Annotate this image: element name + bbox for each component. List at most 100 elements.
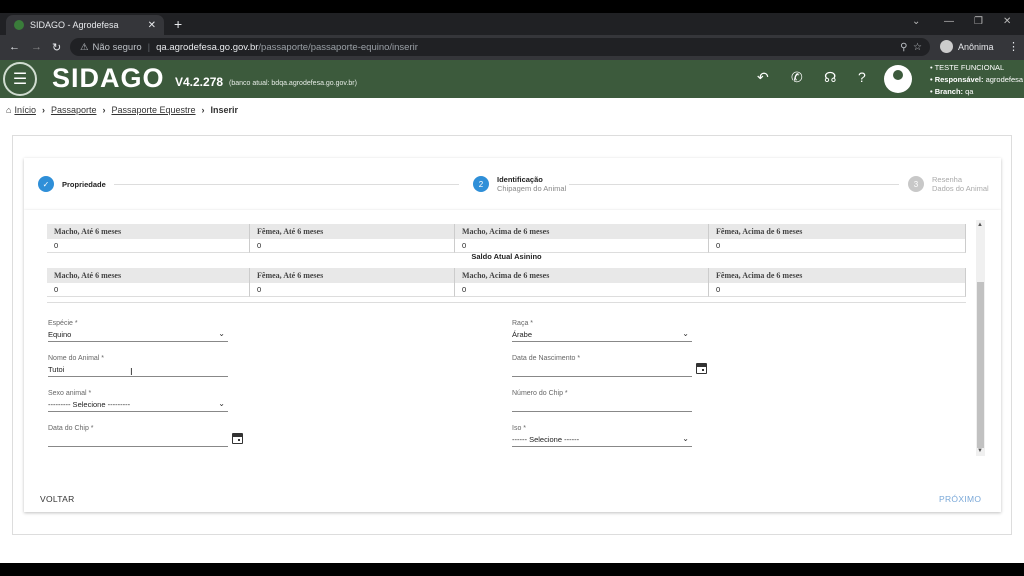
table-header: Macho, Até 6 meses	[47, 224, 250, 239]
sexo-animal-value[interactable]: --------- Selecione --------- ⌄	[48, 399, 228, 412]
back-button[interactable]: VOLTAR	[40, 494, 75, 504]
data-chip-field[interactable]: Data do Chip *	[48, 425, 228, 447]
breadcrumb-separator: ›	[201, 105, 205, 115]
raca-select[interactable]: Raça * Árabe ⌄	[512, 320, 692, 342]
breadcrumb-separator: ›	[102, 105, 106, 115]
warning-icon: ⚠	[80, 41, 89, 53]
menu-icon[interactable]: ☰	[3, 62, 37, 96]
maximize-icon[interactable]: ❐	[974, 16, 983, 27]
breadcrumb-inicio[interactable]: Início	[14, 105, 36, 115]
step-connector	[114, 184, 459, 185]
minimize-icon[interactable]: —	[944, 16, 954, 27]
nome-animal-field[interactable]: Nome do Animal * Tutoi	[48, 355, 228, 377]
iso-value[interactable]: ------ Selecione ------ ⌄	[512, 434, 692, 447]
favicon-icon	[14, 20, 24, 30]
database-info: (banco atual: bdqa.agrodefesa.go.gov.br)	[229, 80, 357, 87]
scroll-up-icon[interactable]: ▲	[977, 222, 983, 228]
step-number: 3	[908, 176, 924, 192]
saldo-table-asinino: Macho, Até 6 meses Fêmea, Até 6 meses Ma…	[47, 268, 966, 297]
table-cell: 0	[47, 283, 250, 297]
chevron-down-icon: ⌄	[682, 434, 689, 443]
table-header: Macho, Acima de 6 meses	[455, 268, 709, 283]
forward-icon[interactable]: →	[31, 41, 42, 53]
step-propriedade[interactable]: ✓ Propriedade	[38, 176, 106, 192]
undo-icon[interactable]: ↶	[757, 69, 769, 86]
user-info: • TESTE FUNCIONAL • Responsável: agrodef…	[930, 62, 1023, 98]
divider	[47, 302, 966, 303]
table-cell: 0	[250, 283, 455, 297]
chevron-down-icon: ⌄	[218, 399, 225, 408]
sexo-animal-select[interactable]: Sexo animal * --------- Selecione ------…	[48, 390, 228, 412]
especie-select[interactable]: Espécie * Equino ⌄	[48, 320, 228, 342]
security-label: Não seguro	[92, 41, 142, 53]
especie-selected: Equino	[48, 330, 72, 339]
step-label: Resenha	[932, 175, 963, 184]
breadcrumb-passaporte[interactable]: Passaporte	[51, 105, 97, 115]
browser-menu-icon[interactable]: ⋮	[1008, 40, 1019, 53]
url-input[interactable]: ⚠ Não seguro | qa.agrodefesa.go.gov.br /…	[70, 38, 930, 56]
user-name: • TESTE FUNCIONAL	[930, 63, 1005, 72]
data-chip-input[interactable]	[48, 435, 228, 447]
close-tab-icon[interactable]: ✕	[148, 20, 156, 31]
breadcrumb: ⌂ Início › Passaporte › Passaporte Eques…	[6, 105, 238, 115]
table-cell: 0	[709, 239, 966, 253]
numero-chip-field[interactable]: Número do Chip *	[512, 390, 692, 412]
tab-bar: SIDAGO - Agrodefesa ✕ + ⌄ — ❐ ✕	[0, 13, 1024, 35]
branch-label: • Branch:	[930, 87, 964, 96]
back-icon[interactable]: ←	[9, 41, 20, 53]
responsavel-value: agrodefesa	[985, 75, 1024, 84]
chevron-down-icon: ⌄	[682, 329, 689, 338]
step-label: Identificação	[497, 175, 543, 184]
tab-search-icon[interactable]: ⌄	[912, 16, 920, 27]
scrollbar-thumb[interactable]	[977, 282, 984, 448]
step-sublabel: Chipagem do Animal	[497, 184, 567, 193]
iso-select[interactable]: Iso * ------ Selecione ------ ⌄	[512, 425, 692, 447]
especie-value[interactable]: Equino ⌄	[48, 329, 228, 342]
reload-icon[interactable]: ↻	[52, 41, 61, 54]
table-cell: 0	[250, 239, 455, 253]
browser-window: SIDAGO - Agrodefesa ✕ + ⌄ — ❐ ✕ ← → ↻ ⚠ …	[0, 13, 1024, 563]
data-chip-label: Data do Chip *	[48, 425, 94, 432]
incognito-icon	[940, 40, 953, 53]
chevron-down-icon: ⌄	[218, 329, 225, 338]
step-number: 2	[473, 176, 489, 192]
table-header-row: Macho, Até 6 meses Fêmea, Até 6 meses Ma…	[47, 224, 966, 239]
sexo-selected: --------- Selecione ---------	[48, 400, 131, 409]
table-row: 0 0 0 0	[47, 283, 966, 297]
text-cursor-icon: I	[130, 367, 133, 378]
home-icon: ⌂	[6, 105, 12, 115]
breadcrumb-passaporte-equestre[interactable]: Passaporte Equestre	[111, 105, 195, 115]
step-label: Propriedade	[62, 179, 106, 189]
user-icon[interactable]	[884, 65, 912, 93]
nome-animal-label: Nome do Animal *	[48, 355, 105, 362]
data-nascimento-field[interactable]: Data de Nascimento *	[512, 355, 692, 377]
app-header: ☰ SIDAGO V4.2.278 (banco atual: bdqa.agr…	[0, 60, 1024, 98]
next-button[interactable]: PRÓXIMO	[939, 494, 981, 504]
zoom-star-icons[interactable]: ⚲ ☆	[900, 42, 922, 53]
step-resenha: 3 Resenha Dados do Animal	[908, 175, 989, 193]
scrollbar[interactable]: ▲ ▼	[976, 220, 985, 456]
new-tab-button[interactable]: +	[174, 16, 182, 32]
table-cell: 0	[709, 283, 966, 297]
table-cell: 0	[455, 283, 709, 297]
raca-value[interactable]: Árabe ⌄	[512, 329, 692, 342]
help-icon[interactable]: ?	[858, 69, 866, 85]
step-sublabel: Dados do Animal	[932, 184, 989, 193]
numero-chip-input[interactable]	[512, 400, 692, 412]
nome-animal-input[interactable]: Tutoi	[48, 365, 228, 377]
phone-icon[interactable]: ✆	[791, 69, 803, 86]
close-window-icon[interactable]: ✕	[1003, 16, 1011, 27]
headset-icon[interactable]: ☊	[824, 69, 836, 86]
step-identificacao[interactable]: 2 Identificação Chipagem do Animal	[473, 175, 566, 193]
form-card: ✓ Propriedade 2 Identificação Chipagem d…	[12, 135, 1012, 535]
calendar-icon[interactable]	[232, 433, 243, 444]
scroll-down-icon[interactable]: ▼	[977, 448, 983, 454]
especie-label: Espécie *	[48, 320, 78, 327]
data-nascimento-input[interactable]	[512, 365, 692, 377]
calendar-icon[interactable]	[696, 363, 707, 374]
browser-tab[interactable]: SIDAGO - Agrodefesa ✕	[6, 15, 164, 35]
saldo-asinino-title: Saldo Atual Asinino	[471, 252, 542, 261]
url-path: /passaporte/passaporte-equino/inserir	[258, 41, 418, 53]
breadcrumb-separator: ›	[41, 105, 45, 115]
profile-button[interactable]: Anônima	[940, 40, 994, 53]
